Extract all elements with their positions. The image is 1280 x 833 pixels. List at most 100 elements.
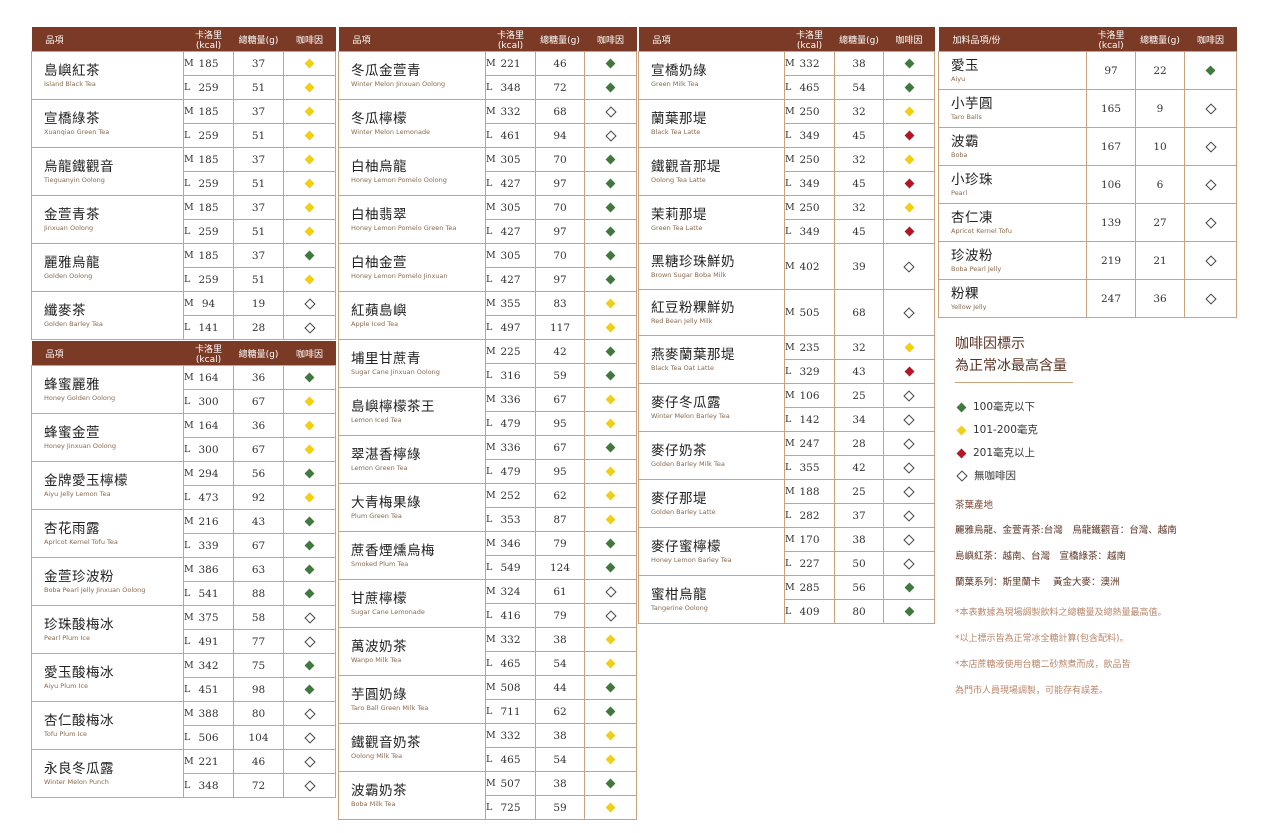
item-name-en: Boba Pearl Jelly Jinxuan Oolong bbox=[44, 585, 146, 594]
caffeine-yellow-icon bbox=[605, 658, 616, 669]
legend-label: 無咖啡因 bbox=[974, 470, 1016, 482]
item-name-zh: 愛玉酸梅冰 bbox=[44, 664, 114, 681]
caffeine-cell bbox=[1184, 89, 1237, 128]
calories-cell: 259 bbox=[183, 171, 235, 196]
caffeine-cell bbox=[283, 389, 337, 414]
item-name-en: Oolong Milk Tea bbox=[351, 751, 403, 760]
item-name-en: Oolong Tea Latte bbox=[651, 175, 706, 184]
caffeine-cell bbox=[883, 99, 936, 124]
caffeine-cell bbox=[283, 315, 337, 340]
sugar-cell: 97 bbox=[535, 219, 586, 244]
sugar-cell: 61 bbox=[535, 579, 586, 604]
sugar-cell: 75 bbox=[233, 653, 285, 678]
item-name-en: Black Tea Latte bbox=[651, 127, 701, 136]
sugar-cell: 42 bbox=[535, 339, 586, 364]
caffeine-cell bbox=[283, 123, 337, 148]
table-row: 麗雅烏龍 Golden Oolong M 185 37 bbox=[31, 243, 337, 292]
sugar-cell: 95 bbox=[535, 459, 586, 484]
caffeine-yellow-icon bbox=[304, 58, 315, 69]
item-name-zh: 金萱青茶 bbox=[44, 206, 100, 223]
item-name-zh: 白柚金萱 bbox=[351, 254, 407, 271]
addon-name-zh: 愛玉 bbox=[951, 57, 979, 74]
caffeine-cell bbox=[883, 51, 936, 76]
caffeine-cell bbox=[283, 461, 337, 486]
addon-name-zh: 粉粿 bbox=[951, 285, 979, 302]
header-calories: 卡洛里(kcal) bbox=[1086, 27, 1136, 52]
item-name-cell: 白柚翡翠 Honey Lemon Pomelo Green Tea bbox=[338, 195, 486, 244]
caffeine-cell bbox=[883, 551, 936, 576]
sugar-cell: 36 bbox=[1135, 279, 1185, 318]
legend-list: 100毫克以下 101-200毫克 201毫克以上 無咖啡因 bbox=[955, 396, 1245, 488]
caffeine-cell bbox=[283, 171, 337, 196]
caffeine-none-icon bbox=[604, 129, 617, 142]
caffeine-none-icon bbox=[303, 731, 316, 744]
sugar-cell: 80 bbox=[834, 599, 885, 624]
item-name-zh: 島嶼檸檬茶王 bbox=[351, 398, 435, 415]
caffeine-green-icon bbox=[904, 58, 914, 69]
caffeine-cell bbox=[584, 99, 638, 124]
calories-cell: 427 bbox=[485, 171, 537, 196]
sugar-cell: 67 bbox=[233, 533, 285, 558]
sugar-cell: 39 bbox=[834, 243, 885, 290]
sugar-cell: 62 bbox=[535, 483, 586, 508]
sugar-cell: 50 bbox=[834, 551, 885, 576]
caffeine-yellow-icon bbox=[605, 730, 616, 741]
header-caffeine: 咖啡因 bbox=[883, 27, 935, 52]
addon-name-en: Pearl bbox=[951, 188, 968, 197]
item-name-cell: 蔗香煙燻烏梅 Smoked Plum Tea bbox=[338, 531, 486, 580]
caffeine-none-icon bbox=[903, 509, 915, 522]
item-name-zh: 白柚烏龍 bbox=[351, 158, 407, 175]
table-row: 茉莉那堤 Green Tea Latte M 250 32 bbox=[638, 195, 936, 244]
caffeine-none-icon bbox=[604, 609, 617, 622]
caffeine-cell bbox=[584, 363, 638, 388]
calories-cell: 106 bbox=[1086, 165, 1136, 204]
caffeine-cell bbox=[283, 701, 337, 726]
caffeine-cell bbox=[584, 147, 638, 172]
item-name-en: Tieguanyin Oolong bbox=[44, 175, 105, 184]
drink-table-1: 品項 卡洛里(kcal) 總糖量(g) 咖啡因 島嶼紅茶 Island Black… bbox=[31, 27, 337, 340]
legend-label: 101-200毫克 bbox=[973, 424, 1038, 436]
item-name-zh: 芋圓奶綠 bbox=[351, 686, 407, 703]
caffeine-yellow-icon bbox=[605, 754, 616, 765]
item-name-zh: 紅豆粉粿鮮奶 bbox=[651, 299, 735, 316]
item-name-zh: 大青梅果綠 bbox=[351, 494, 421, 511]
sugar-cell: 88 bbox=[233, 581, 285, 606]
addon-name-en: Yellow Jelly bbox=[951, 302, 987, 311]
sugar-cell: 38 bbox=[535, 723, 586, 748]
item-name-en: Golden Oolong bbox=[44, 271, 93, 280]
sugar-cell: 59 bbox=[535, 363, 586, 388]
item-name-en: Brown Sugar Boba Milk bbox=[651, 270, 727, 279]
item-name-zh: 杏仁酸梅冰 bbox=[44, 712, 114, 729]
item-name-cell: 鐵觀音那堤 Oolong Tea Latte bbox=[638, 147, 785, 196]
caffeine-red-icon bbox=[904, 226, 914, 237]
item-name-zh: 麥仔冬瓜露 bbox=[651, 394, 721, 411]
caffeine-none-icon bbox=[903, 485, 915, 498]
calories-cell: 227 bbox=[784, 551, 836, 576]
item-name-zh: 鐵觀音那堤 bbox=[651, 158, 721, 175]
sugar-cell: 45 bbox=[834, 171, 885, 196]
note-line: 為門市人員現場調製，可能存有誤差。 bbox=[955, 686, 1109, 696]
item-name-cell: 冬瓜金萱青 Winter Melon Jinxuan Oolong bbox=[338, 51, 486, 100]
sugar-cell: 67 bbox=[535, 435, 586, 460]
caffeine-cell bbox=[283, 485, 337, 510]
calories-cell: 247 bbox=[1086, 279, 1136, 318]
caffeine-yellow-icon bbox=[304, 82, 315, 93]
legend-divider bbox=[955, 382, 1073, 383]
item-name-cell: 烏龍鐵觀音 Tieguanyin Oolong bbox=[31, 147, 184, 196]
header-name: 品項 bbox=[338, 27, 486, 52]
table-body: 冬瓜金萱青 Winter Melon Jinxuan Oolong M 221 46 L 3… bbox=[338, 51, 638, 820]
addon-table: 加料品項/份 卡洛里(kcal) 總糖量(g) 咖啡因 愛玉 Aiyu 97 22 小芋… bbox=[938, 27, 1237, 318]
caffeine-green-icon bbox=[605, 778, 616, 789]
sugar-cell: 72 bbox=[233, 773, 285, 798]
sugar-cell: 54 bbox=[535, 747, 586, 772]
item-name-cell: 燕麥蘭葉那堤 Black Tea Oat Latte bbox=[638, 335, 785, 384]
caffeine-green-icon bbox=[605, 538, 616, 549]
caffeine-green-icon bbox=[1205, 65, 1216, 76]
item-name-zh: 蜂蜜金萱 bbox=[44, 424, 100, 441]
addon-name-en: Apricot Kernel Tofu bbox=[951, 226, 1012, 235]
caffeine-green-icon bbox=[304, 250, 315, 261]
caffeine-yellow-icon bbox=[304, 130, 315, 141]
caffeine-green-icon bbox=[304, 564, 315, 575]
table-body: 島嶼紅茶 Island Black Tea M 185 37 L 259 51 宣橋綠茶 Xuan… bbox=[31, 51, 337, 340]
addon-name-zh: 波霸 bbox=[951, 133, 979, 150]
